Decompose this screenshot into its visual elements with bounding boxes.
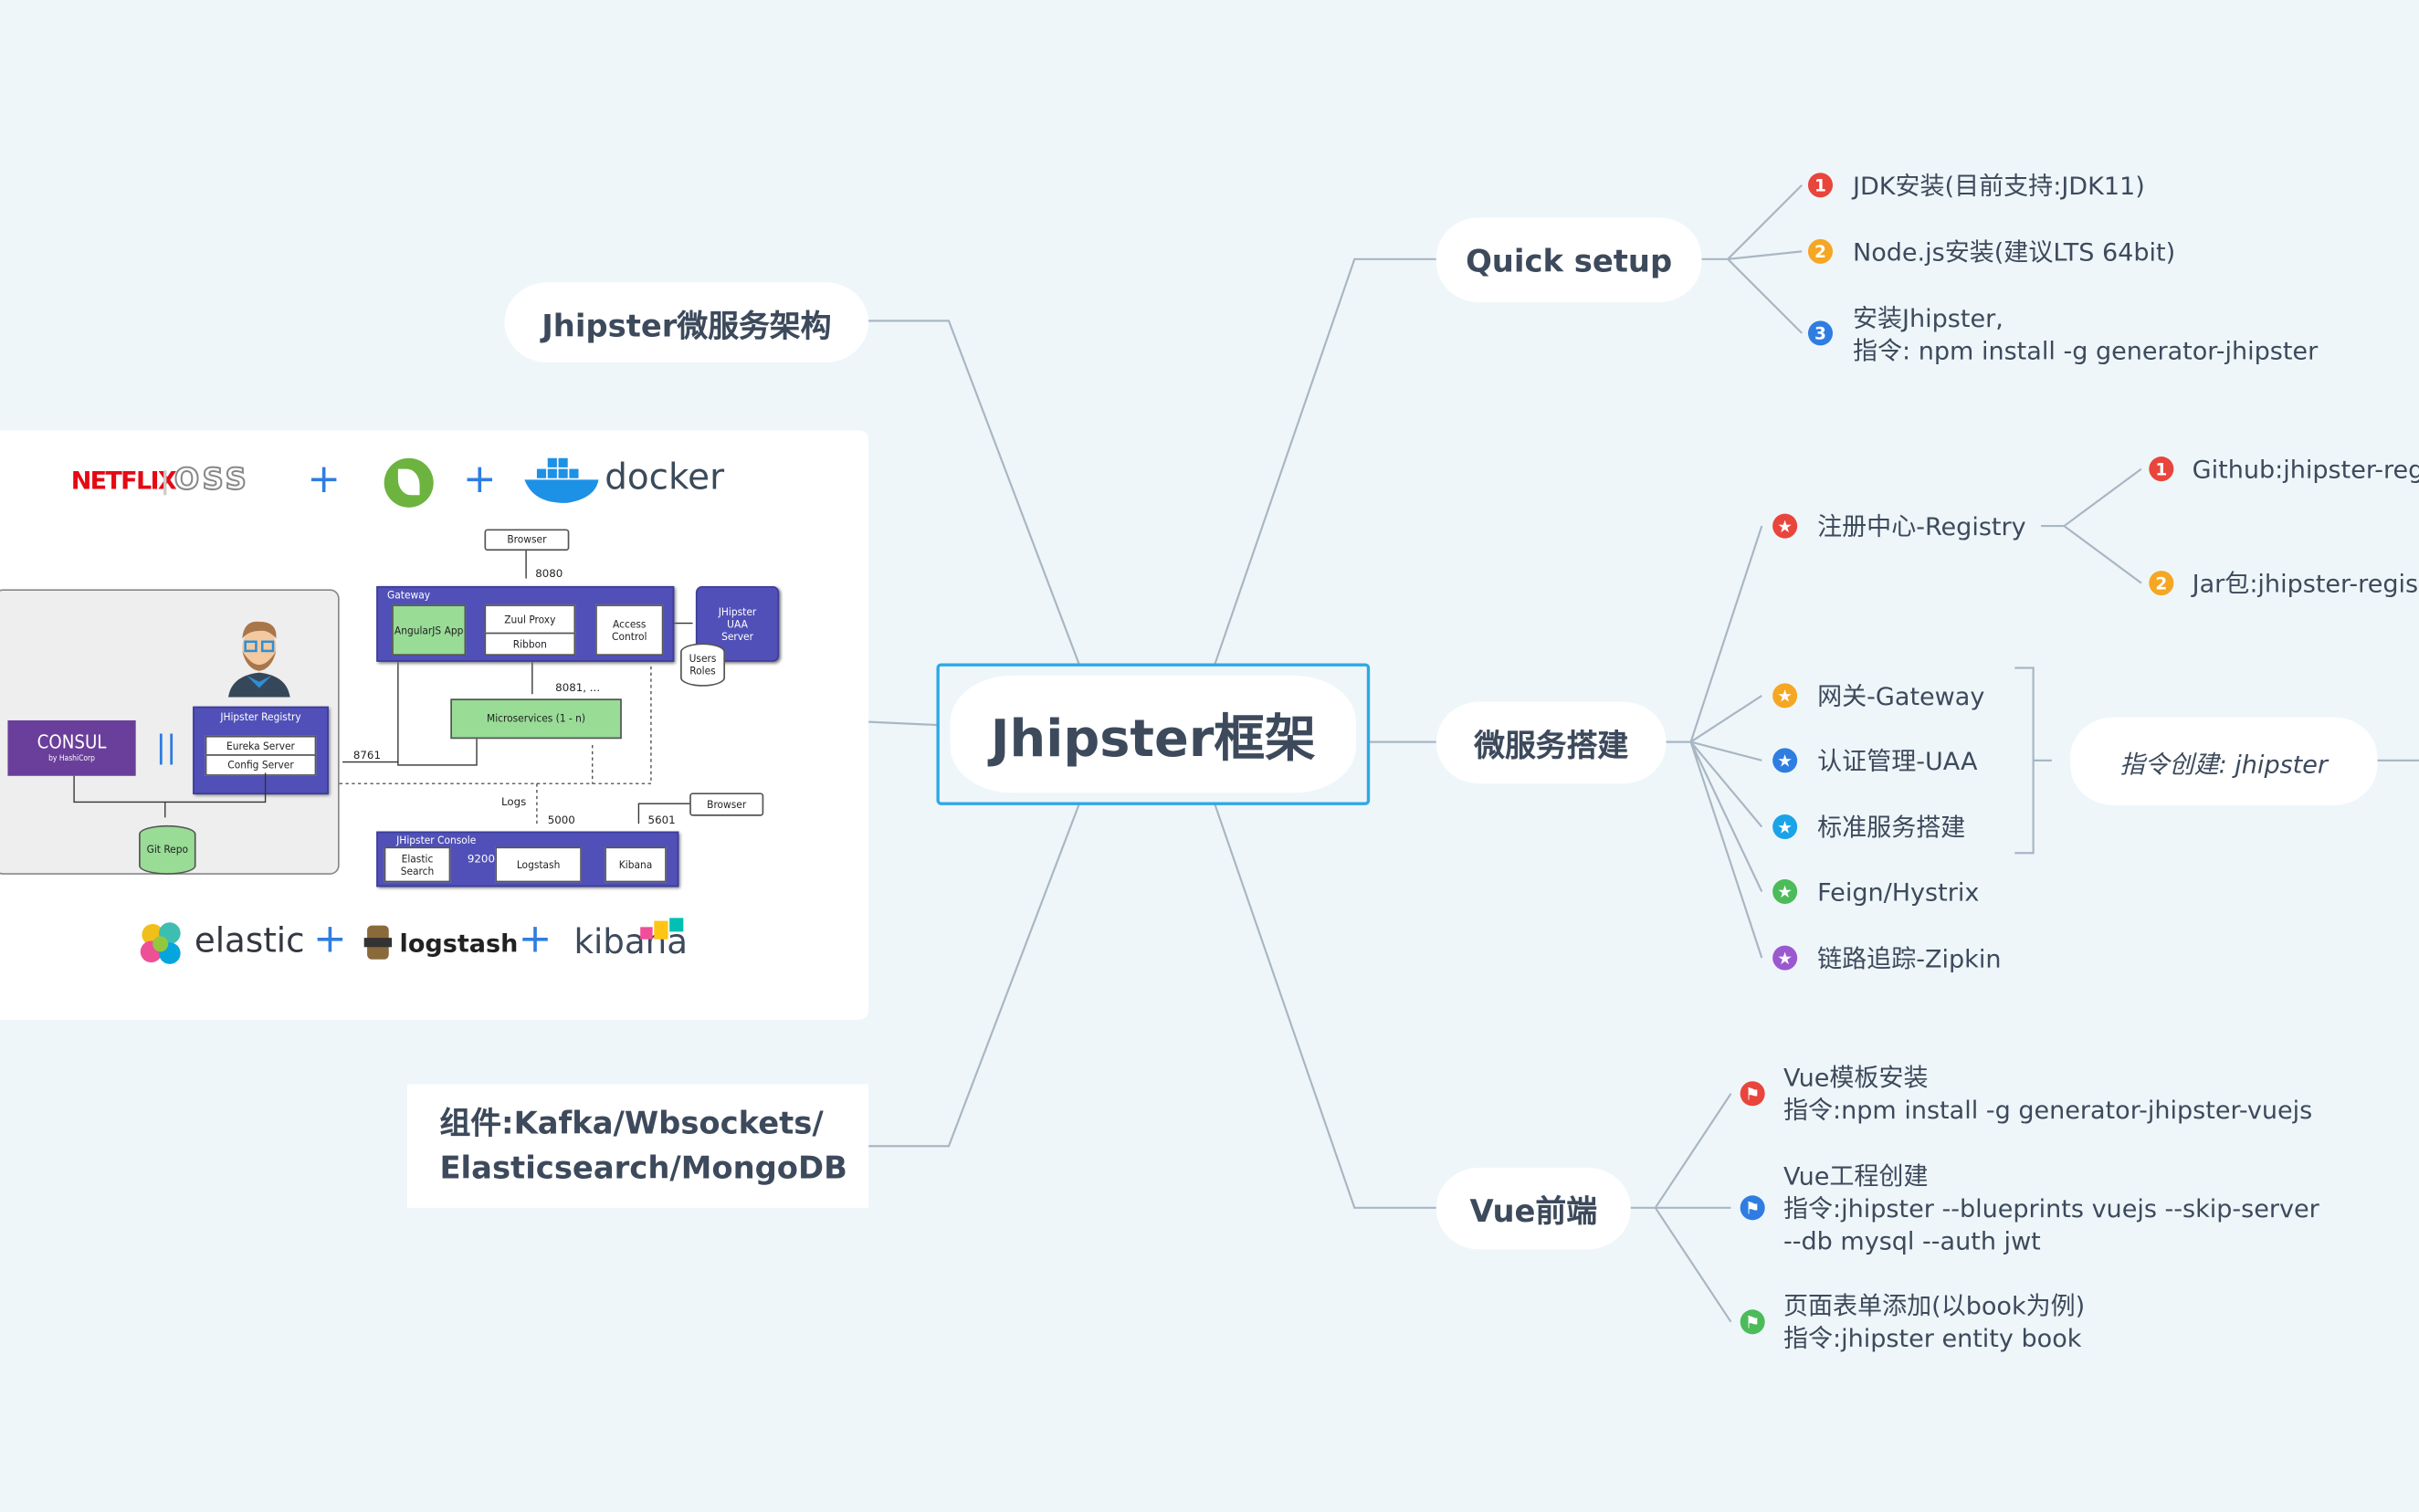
vue-item[interactable]: Vue模板安装 指令:npm install -g generator-jhips… — [1783, 1061, 2312, 1126]
architecture-diagram-image: NETFLIX OSS + + docker CONSUL by HashiCor… — [0, 430, 869, 1020]
registry-child-item[interactable]: Jar包:jhipster-regis — [2193, 568, 2418, 600]
elastic-search-box: Elastic Search — [384, 846, 451, 883]
plus-icon: + — [518, 916, 552, 963]
kibana-logo-icon — [640, 918, 684, 940]
leaf-line: 安装Jhipster, — [1852, 302, 2004, 333]
developer-avatar-icon — [228, 621, 290, 698]
central-topic-label: Jhipster框架 — [950, 675, 1356, 793]
microservice-item-registry[interactable]: 注册中心-Registry — [1817, 510, 2026, 542]
star-icon: ★ — [1772, 513, 1798, 539]
star-icon: ★ — [1772, 748, 1798, 773]
port-label: 5601 — [647, 814, 676, 827]
logstash-logo-icon — [363, 925, 393, 960]
leaf-line: Vue工程创建 — [1783, 1161, 1929, 1192]
number-2-icon: 2 — [2149, 571, 2174, 596]
elastic-logo-text: elastic — [194, 922, 305, 961]
microservice-item[interactable]: Feign/Hystrix — [1817, 877, 1979, 908]
microservice-item[interactable]: 标准服务搭建 — [1817, 812, 1965, 844]
microservices-box: Microservices (1 - n) — [450, 698, 622, 740]
port-label: 8761 — [352, 750, 381, 762]
registry-child-item[interactable]: Github:jhipster-reg — [2193, 454, 2419, 486]
plus-icon: + — [462, 457, 497, 503]
star-icon: ★ — [1772, 814, 1798, 840]
star-icon: ★ — [1772, 945, 1798, 971]
leaf-line: Vue模板安装 — [1783, 1062, 1929, 1093]
leaf-line: 指令:jhipster entity book — [1783, 1323, 2082, 1353]
logstash-box: Logstash — [495, 846, 582, 883]
topic-architecture[interactable]: Jhipster微服务架构 — [504, 282, 869, 363]
docker-logo-text: docker — [605, 457, 725, 499]
ribbon-box: Ribbon — [484, 632, 576, 656]
logs-label: Logs — [501, 795, 527, 809]
leaf-line: JDK安装(目前支持:JDK11) — [1852, 171, 2145, 201]
mindmap-canvas: Jhipster框架 Jhipster微服务架构 组件:Kafka/Wbsock… — [0, 0, 2419, 1512]
oss-logo: OSS — [174, 462, 250, 498]
port-label: 9200 — [467, 853, 496, 866]
spring-logo — [384, 457, 434, 508]
git-repo-cylinder: Git Repo — [139, 824, 196, 875]
equals-divider: || — [155, 728, 177, 765]
angular-app-box: AngularJS App — [392, 604, 467, 656]
star-icon: ★ — [1772, 683, 1798, 709]
topic-vue[interactable]: Vue前端 — [1436, 1167, 1631, 1250]
port-label: 8081, ... — [555, 681, 601, 695]
consul-logo: CONSUL by HashiCorp — [7, 719, 136, 776]
leaf-line: 页面表单添加(以book为例) — [1783, 1291, 2086, 1321]
leaf-line: --db mysql --auth jwt — [1783, 1226, 2041, 1256]
star-icon: ★ — [1772, 878, 1798, 904]
number-1-icon: 1 — [2149, 457, 2174, 482]
topic-components[interactable]: 组件:Kafka/Wbsockets/ Elasticsearch/MongoD… — [407, 1084, 869, 1208]
summary-create-command[interactable]: 指令创建: jhipster — [2070, 717, 2378, 805]
leaf-line: 指令:jhipster --blueprints vuejs --skip-se… — [1783, 1193, 2319, 1223]
topic-microservice[interactable]: 微服务搭建 — [1436, 701, 1667, 784]
number-2-icon: 2 — [1807, 238, 1834, 264]
components-line: 组件:Kafka/Wbsockets/ — [439, 1104, 824, 1142]
flag-icon: ⚑ — [1740, 1309, 1765, 1335]
number-1-icon: 1 — [1807, 173, 1834, 198]
users-roles-cylinder: Users Roles — [680, 643, 726, 687]
config-server-box: Config Server — [205, 754, 317, 776]
microservice-item[interactable]: 认证管理-UAA — [1817, 745, 1977, 777]
leaf-line: 指令: npm install -g generator-jhipster — [1852, 335, 2319, 365]
topic-quick-setup[interactable]: Quick setup — [1436, 217, 1702, 303]
netflix-logo: NETFLIX — [70, 466, 177, 496]
browser-box: Browser — [484, 529, 570, 551]
port-label: 8080 — [535, 567, 563, 581]
quick-setup-item[interactable]: JDK安装(目前支持:JDK11) — [1853, 170, 2145, 202]
logstash-logo-text: logstash — [399, 929, 519, 959]
vue-item[interactable]: Vue工程创建 指令:jhipster --blueprints vuejs --… — [1783, 1160, 2319, 1256]
central-topic[interactable]: Jhipster框架 — [936, 663, 1371, 805]
port-label: 5000 — [547, 814, 575, 827]
browser-box: Browser — [689, 793, 764, 816]
number-3-icon: 3 — [1807, 320, 1834, 346]
elastic-logo-icon — [140, 922, 181, 964]
kibana-box: Kibana — [605, 846, 667, 883]
components-line: Elasticsearch/MongoDB — [439, 1149, 847, 1187]
access-control-box: Access Control — [595, 604, 664, 656]
leaf-line: 指令:npm install -g generator-jhipster-vue… — [1783, 1095, 2313, 1125]
quick-setup-item[interactable]: Node.js安装(建议LTS 64bit) — [1853, 236, 2175, 268]
plus-icon: + — [307, 457, 342, 503]
vue-item[interactable]: 页面表单添加(以book为例) 指令:jhipster entity book — [1783, 1289, 2085, 1354]
microservice-item[interactable]: 网关-Gateway — [1817, 680, 1984, 712]
microservice-item[interactable]: 链路追踪-Zipkin — [1817, 942, 2001, 974]
plus-icon: + — [312, 916, 347, 963]
flag-icon: ⚑ — [1740, 1195, 1765, 1221]
leaf-line: Node.js安装(建议LTS 64bit) — [1852, 237, 2176, 268]
flag-icon: ⚑ — [1740, 1081, 1765, 1107]
quick-setup-item[interactable]: 安装Jhipster, 指令: npm install -g generator-… — [1853, 301, 2318, 366]
docker-whale-icon — [524, 457, 599, 503]
zuul-proxy-box: Zuul Proxy — [484, 604, 576, 636]
